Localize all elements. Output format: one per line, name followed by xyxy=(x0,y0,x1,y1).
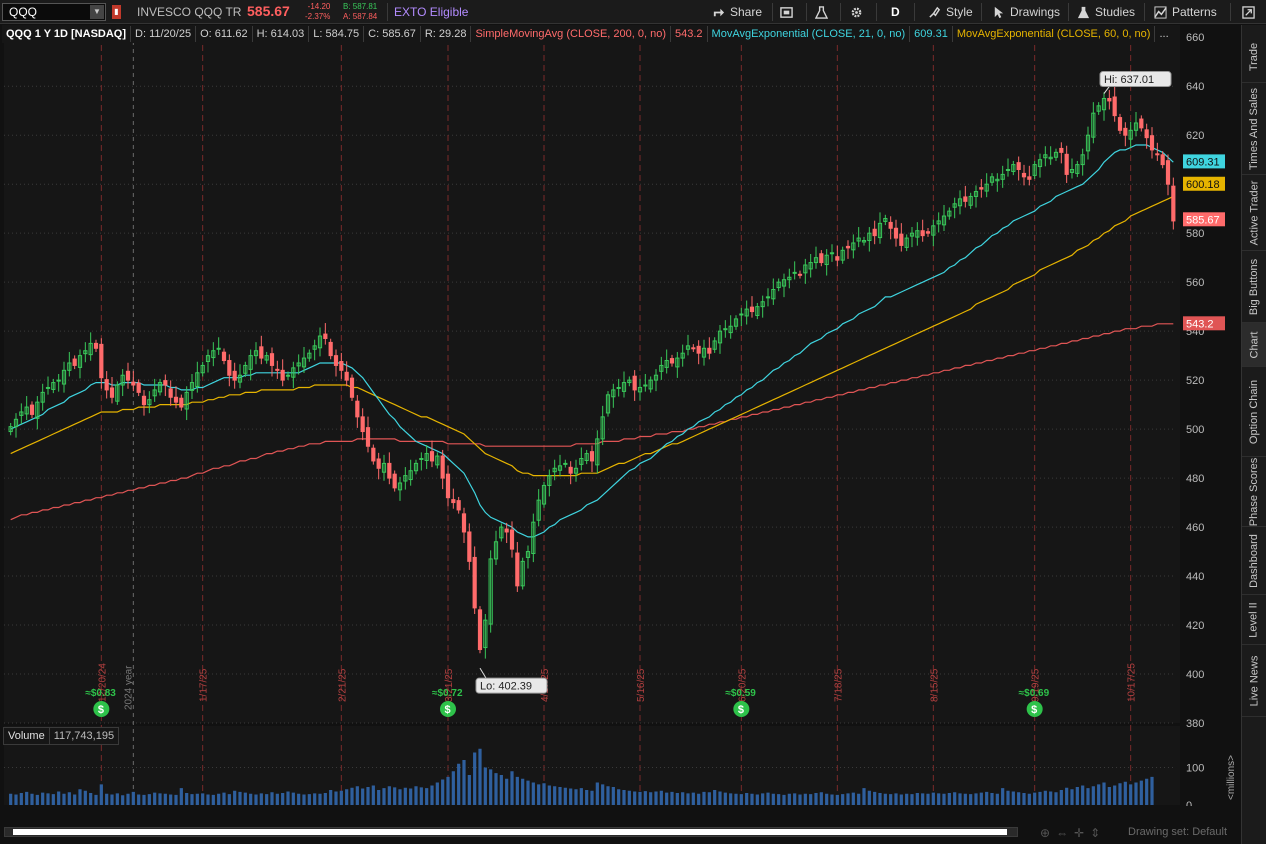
toolbar-divider xyxy=(387,3,388,21)
symbol-dropdown-icon[interactable]: ▼ xyxy=(90,5,104,19)
sidebar-tab-label: Big Buttons xyxy=(1248,258,1261,315)
toolbar-divider xyxy=(1230,3,1231,21)
sidebar-tab-label: Live News xyxy=(1248,655,1260,706)
net-change: -14.20 -2.37% xyxy=(305,2,330,22)
study-header-more[interactable]: ... xyxy=(1155,26,1172,42)
style-icon xyxy=(929,6,941,18)
toolbar-divider xyxy=(876,3,877,21)
patterns-label: Patterns xyxy=(1172,5,1217,19)
date-readout: D: 11/20/25 xyxy=(131,26,197,42)
symbol-input[interactable]: QQQ ▼ xyxy=(2,3,106,21)
studies-button[interactable]: Studies xyxy=(1077,3,1135,21)
toolbar-divider xyxy=(914,3,915,21)
cursor-icon xyxy=(994,6,1004,18)
volume-study-label[interactable]: Volume xyxy=(3,727,50,745)
toolbar-divider xyxy=(1144,3,1145,21)
drawings-label: Drawings xyxy=(1010,5,1061,19)
net-change-value: -14.20 xyxy=(307,2,331,11)
toolbar-divider xyxy=(840,3,841,21)
flask-icon xyxy=(815,5,828,19)
gear-icon xyxy=(851,7,862,17)
flask-button[interactable] xyxy=(815,3,828,21)
sidebar-tab-level-ii[interactable]: Level II xyxy=(1242,595,1266,645)
range-readout: R: 29.28 xyxy=(421,26,472,42)
close-readout: C: 585.67 xyxy=(364,26,421,42)
percent-change-value: -2.37% xyxy=(305,12,331,21)
time-axis[interactable] xyxy=(4,806,1180,824)
sidebar-tab-label: Dashboard xyxy=(1248,533,1261,588)
patterns-icon xyxy=(1154,5,1167,19)
last-price: 585.67 xyxy=(247,3,290,19)
toolbar-divider xyxy=(1068,3,1069,21)
sma200-value: 543.2 xyxy=(671,26,708,42)
drawing-set-label[interactable]: Drawing set: Default xyxy=(1128,826,1227,838)
exto-eligible-label: EXTO Eligible xyxy=(394,5,469,19)
zoom-controls: ⊕ ⇔ ✛ ⇕ xyxy=(1040,826,1100,840)
sidebar-tab-active-trader[interactable]: Active Trader xyxy=(1242,175,1266,251)
sidebar-tab-label: Times And Sales xyxy=(1248,87,1261,170)
ask-value: A: 587.84 xyxy=(343,12,378,21)
scrollbar-thumb[interactable] xyxy=(13,829,1007,835)
sidebar-tab-dashboard[interactable]: Dashboard xyxy=(1242,527,1266,595)
toolbar-divider xyxy=(772,3,773,21)
sidebar-tab-label: Active Trader xyxy=(1248,180,1260,245)
symbol-input-value: QQQ xyxy=(9,5,38,19)
sidebar-tab-big-buttons[interactable]: Big Buttons xyxy=(1242,251,1266,323)
volume-unit-text: <millions> xyxy=(1226,754,1237,800)
style-button[interactable]: Style xyxy=(928,3,973,21)
studies-label: Studies xyxy=(1095,5,1136,19)
sidebar-tab-label: Level II xyxy=(1248,601,1260,638)
flag-icon[interactable]: ▮ xyxy=(112,5,121,19)
toolbar-divider xyxy=(806,3,807,21)
style-label: Style xyxy=(946,5,973,19)
crosshair-icon[interactable]: ✛ xyxy=(1074,826,1084,840)
aggregation-button[interactable]: D xyxy=(891,3,900,21)
price-axis[interactable] xyxy=(1180,25,1240,805)
sidebar-tab-label: Chart xyxy=(1248,331,1260,358)
sidebar-tab-label: Phase Scores xyxy=(1248,457,1261,526)
ema60-study-label[interactable]: MovAvgExponential (CLOSE, 60, 0, no) xyxy=(953,26,1156,42)
sidebar-tab-phase-scores[interactable]: Phase Scores xyxy=(1242,457,1266,527)
snapshot-button[interactable] xyxy=(780,3,793,21)
ema21-value: 609.31 xyxy=(910,26,953,42)
sidebar-tab-trade[interactable]: Trade xyxy=(1242,31,1266,83)
share-label: Share xyxy=(730,5,763,19)
toolbar-divider xyxy=(981,3,982,21)
sidebar-tab-label: Trade xyxy=(1248,42,1261,71)
zoom-icon[interactable]: ⊕ xyxy=(1040,826,1050,840)
flask-icon xyxy=(1077,6,1090,18)
sidebar-tab-times-and-sales[interactable]: Times And Sales xyxy=(1242,83,1266,175)
volume-value: 117,743,195 xyxy=(49,727,120,745)
patterns-button[interactable]: Patterns xyxy=(1154,3,1217,21)
instrument-name: INVESCO QQQ TR xyxy=(137,5,242,19)
horizontal-scrollbar[interactable] xyxy=(4,827,1018,837)
open-readout: O: 611.62 xyxy=(196,26,253,42)
high-readout: H: 614.03 xyxy=(253,26,310,42)
top-toolbar: QQQ ▼ ▮ INVESCO QQQ TR 585.67 -14.20 -2.… xyxy=(0,0,1266,24)
detach-icon xyxy=(1242,5,1255,19)
sidebar-tab-label: Option Chain xyxy=(1248,379,1260,444)
bid-ask: B: 587.81 A: 587.84 xyxy=(343,2,377,22)
bid-value: B: 587.81 xyxy=(343,2,378,11)
volume-chart-area[interactable] xyxy=(4,726,1180,805)
study-header: QQQ 1 Y 1D [NASDAQ] D: 11/20/25 O: 611.6… xyxy=(2,25,1173,43)
price-chart-area[interactable] xyxy=(4,25,1180,723)
pan-horizontal-icon[interactable]: ⇔ xyxy=(1056,826,1068,840)
pan-vertical-icon[interactable]: ⇕ xyxy=(1090,826,1100,840)
snapshot-icon xyxy=(780,6,793,18)
detach-button[interactable] xyxy=(1242,3,1255,21)
settings-button[interactable] xyxy=(850,3,863,21)
share-button[interactable]: Share xyxy=(712,3,762,21)
drawings-button[interactable]: Drawings xyxy=(992,3,1060,21)
volume-header: Volume 117,743,195 xyxy=(3,727,120,745)
sma200-study-label[interactable]: SimpleMovingAvg (CLOSE, 200, 0, no) xyxy=(471,26,672,42)
chart-symbol-label[interactable]: QQQ 1 Y 1D [NASDAQ] xyxy=(2,26,132,42)
sidebar-tab-live-news[interactable]: Live News xyxy=(1242,645,1266,717)
sidebar-tab-option-chain[interactable]: Option Chain xyxy=(1242,367,1266,457)
share-icon xyxy=(713,8,725,16)
low-readout: L: 584.75 xyxy=(309,26,365,42)
ema21-study-label[interactable]: MovAvgExponential (CLOSE, 21, 0, no) xyxy=(708,26,911,42)
sidebar-tab-chart[interactable]: Chart xyxy=(1242,323,1266,367)
right-sidebar: Trade Times And Sales Active Trader Big But… xyxy=(1241,25,1266,844)
